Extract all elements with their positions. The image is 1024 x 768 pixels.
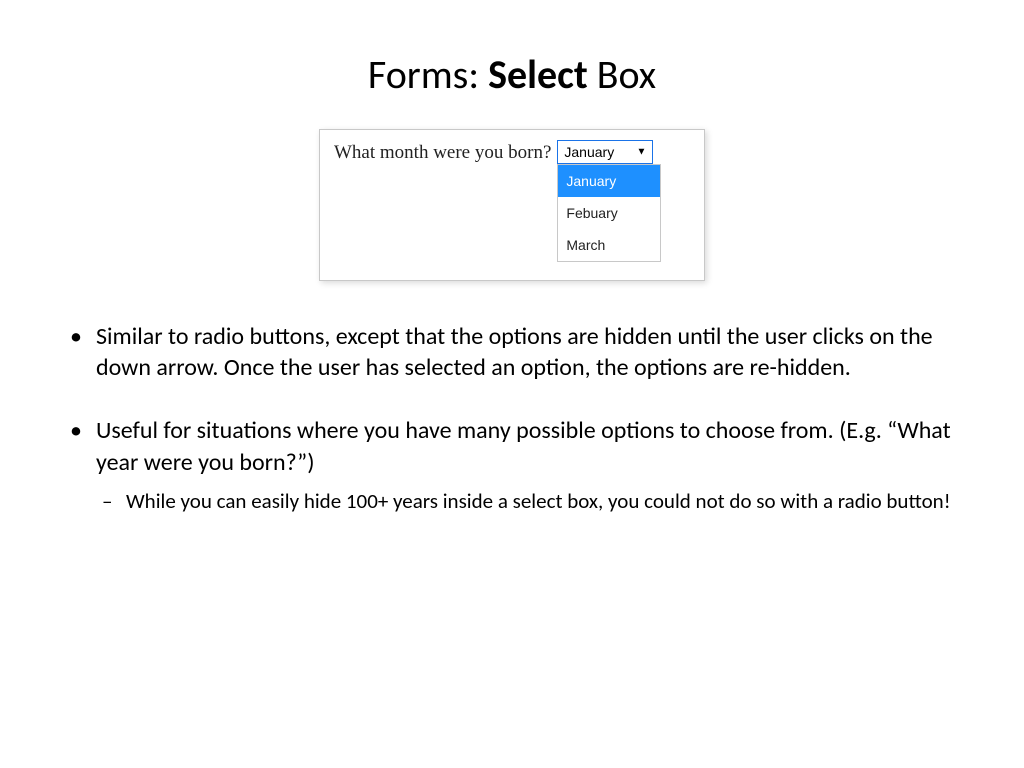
title-part2: Box [588,50,656,99]
example-question-label: What month were you born? [334,140,551,164]
select-option[interactable]: Febuary [558,197,660,229]
select-example-box: What month were you born? January ▼ Janu… [319,129,705,281]
select-box[interactable]: January ▼ [557,140,653,164]
select-wrapper: January ▼ January Febuary March [557,140,653,164]
bullet-item: Useful for situations where you have man… [60,415,964,514]
title-bold: Select [488,50,588,99]
title-part1: Forms: [368,50,488,99]
sub-bullet-item: While you can easily hide 100+ years ins… [96,488,964,515]
slide-container: Forms: Select Box What month were you bo… [0,0,1024,587]
select-dropdown: January Febuary March [557,164,661,262]
select-value: January [564,144,614,160]
bullet-list: Similar to radio buttons, except that th… [60,321,964,515]
example-row: What month were you born? January ▼ Janu… [334,140,694,164]
chevron-down-icon: ▼ [636,147,646,158]
bullet-text: Useful for situations where you have man… [96,416,951,476]
select-option[interactable]: March [558,229,660,261]
sub-bullet-list: While you can easily hide 100+ years ins… [96,488,964,515]
bullet-text: Similar to radio buttons, except that th… [96,322,933,382]
slide-title: Forms: Select Box [60,50,964,99]
bullet-item: Similar to radio buttons, except that th… [60,321,964,383]
sub-bullet-text: While you can easily hide 100+ years ins… [126,488,951,514]
select-option[interactable]: January [558,165,660,197]
